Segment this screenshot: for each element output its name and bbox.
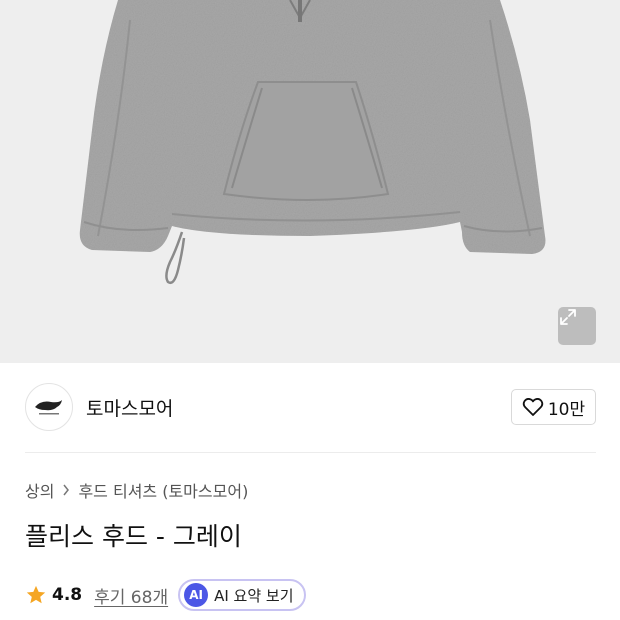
ai-badge-icon: AI xyxy=(184,583,209,607)
like-button[interactable]: 10만 xyxy=(511,389,596,425)
review-count-link[interactable]: 후기 68개 xyxy=(94,583,168,608)
product-image[interactable] xyxy=(0,0,620,363)
brand-name[interactable]: 토마스모어 xyxy=(86,394,173,421)
ai-summary-label: AI 요약 보기 xyxy=(214,586,294,605)
breadcrumb-item-subcategory[interactable]: 후드 티셔츠 (토마스모어) xyxy=(78,478,248,502)
heart-outline-icon xyxy=(522,398,544,416)
breadcrumb-item-category[interactable]: 상의 xyxy=(25,478,54,502)
expand-arrows-icon xyxy=(560,309,576,325)
product-title: 플리스 후드 - 그레이 xyxy=(25,522,242,551)
chevron-right-icon xyxy=(62,484,70,496)
rating-row: 4.8 후기 68개 AI AI 요약 보기 xyxy=(25,579,306,611)
brand-logo[interactable] xyxy=(25,383,73,431)
brand-row: 토마스모어 10만 xyxy=(25,383,596,431)
divider xyxy=(25,452,596,453)
star-icon xyxy=(26,585,46,604)
hoodie-illustration xyxy=(79,0,546,284)
breadcrumb: 상의 후드 티셔츠 (토마스모어) xyxy=(25,479,248,501)
rating-value: 4.8 xyxy=(52,585,83,605)
like-count: 10만 xyxy=(547,399,586,420)
ai-summary-button[interactable]: AI AI 요약 보기 xyxy=(178,579,306,611)
expand-image-button[interactable] xyxy=(558,307,596,345)
whale-logo-icon xyxy=(35,400,62,415)
